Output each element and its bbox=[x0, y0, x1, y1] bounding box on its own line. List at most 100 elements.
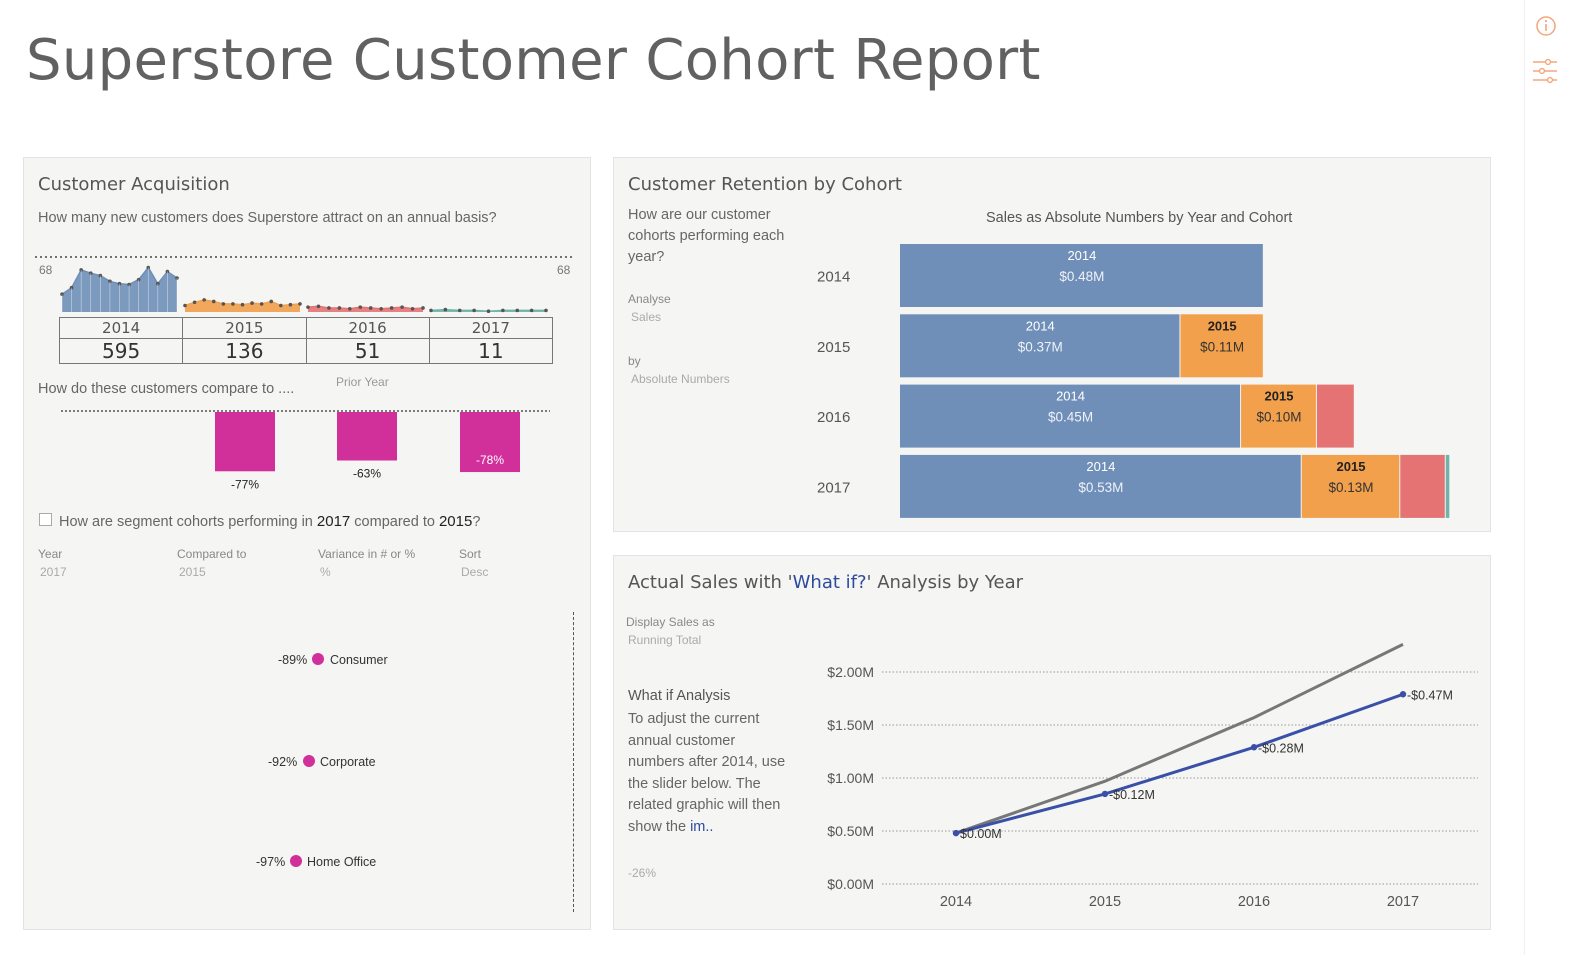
variance-bar bbox=[337, 412, 397, 461]
whatif-point bbox=[1250, 744, 1258, 751]
bar-cohort-label: 2014 bbox=[1056, 389, 1085, 404]
point-2016 bbox=[368, 306, 373, 310]
retention-chart-title: Sales as Absolute Numbers by Year and Co… bbox=[986, 210, 1293, 226]
variance-bar bbox=[215, 412, 275, 472]
x-tick-label: 2014 bbox=[940, 894, 972, 910]
bar-cohort-label: 2015 bbox=[1208, 318, 1237, 333]
acquisition-sparkline[interactable]: 68 68 bbox=[30, 250, 580, 320]
point-2016 bbox=[421, 306, 425, 310]
compared-filter-value[interactable]: 2015 bbox=[179, 565, 206, 579]
point-2016 bbox=[379, 306, 383, 311]
segment-year: 2017 bbox=[316, 513, 351, 530]
page-title: Superstore Customer Cohort Report bbox=[26, 28, 1041, 93]
retention-question: How are our customer cohorts performing … bbox=[628, 207, 785, 265]
count-cell: 51 bbox=[305, 338, 430, 364]
retention-stacked-bar-chart[interactable]: 2014 2014 $0.48M 2015 2014 $0.37M 2015 $0.11M 20… bbox=[800, 235, 1480, 525]
whatif-analysis-title: What if Analysis bbox=[628, 688, 731, 704]
sort-filter-value[interactable]: Desc bbox=[461, 565, 488, 579]
acquisition-count-table: 2014 2015 2016 2017 595 136 51 11 bbox=[58, 317, 554, 364]
point-2016 bbox=[358, 305, 363, 309]
whatif-title-post: ' Analysis by Year bbox=[866, 572, 1023, 593]
right-rail bbox=[1524, 0, 1574, 955]
whatif-line-chart[interactable]: $0.00M $0.50M $1.00M $1.50M $2.00M 2014 2015 20… bbox=[800, 630, 1490, 920]
year-cell: 2014 bbox=[58, 317, 184, 339]
y-tick-label: $1.00M bbox=[827, 770, 874, 786]
segment-question-pre: How are segment cohorts performing in bbox=[59, 514, 317, 530]
point-2015 bbox=[192, 300, 197, 305]
sort-filter-label: Sort bbox=[459, 547, 482, 561]
whatif-point-label: -$0.28M bbox=[1258, 741, 1304, 755]
segment-pct: -89% bbox=[278, 653, 308, 667]
point-2017 bbox=[429, 308, 433, 313]
point-2016 bbox=[327, 306, 331, 310]
row-label: 2016 bbox=[817, 409, 850, 426]
point-2017 bbox=[486, 309, 491, 313]
bar-value-label: $0.13M bbox=[1328, 480, 1373, 495]
year-cell: 2015 bbox=[182, 317, 307, 339]
year-cell: 2016 bbox=[305, 317, 430, 339]
point-2017 bbox=[443, 307, 448, 312]
bar-value-label: $0.48M bbox=[1059, 269, 1104, 284]
compare-question: How do these customers compare to .... bbox=[38, 381, 295, 397]
whatif-point-label: $0.00M bbox=[960, 827, 1002, 841]
segment-compare-year: 2015 bbox=[438, 513, 473, 530]
point-2015 bbox=[259, 302, 264, 306]
actual-sales-line bbox=[955, 643, 1404, 835]
point-2015 bbox=[202, 298, 206, 302]
point-2015 bbox=[221, 302, 226, 306]
year-filter-value[interactable]: 2017 bbox=[40, 565, 67, 579]
year-filter-label: Year bbox=[38, 547, 63, 561]
whatif-point bbox=[1399, 691, 1407, 698]
y-tick-label: $0.50M bbox=[827, 823, 874, 839]
bar-cohort-label: 2014 bbox=[1086, 459, 1115, 474]
acquisition-question: How many new customers does Superstore a… bbox=[38, 210, 497, 226]
segment-dot bbox=[312, 653, 324, 665]
segment-dot bbox=[303, 755, 315, 767]
segment-pct: -92% bbox=[268, 755, 298, 769]
point-2016 bbox=[348, 306, 352, 311]
compared-filter-label: Compared to bbox=[177, 547, 247, 561]
compare-mode-selector[interactable]: Prior Year bbox=[336, 375, 389, 389]
bar-cohort-label: 2015 bbox=[1265, 389, 1294, 404]
row-label: 2017 bbox=[817, 479, 850, 496]
display-sales-value[interactable]: Running Total bbox=[628, 633, 701, 647]
point-2015 bbox=[269, 299, 274, 304]
whatif-title: Actual Sales with 'What if?' Analysis by… bbox=[628, 572, 1023, 593]
y-tick-label: $2.00M bbox=[827, 664, 874, 680]
year-cell: 2017 bbox=[428, 317, 554, 339]
count-cell: 595 bbox=[58, 338, 184, 364]
whatif-point-label: -$0.47M bbox=[1407, 688, 1453, 702]
point-2015 bbox=[211, 299, 216, 304]
retention-title: Customer Retention by Cohort bbox=[628, 174, 902, 195]
x-tick-label: 2017 bbox=[1387, 894, 1419, 910]
variance-filter-value[interactable]: % bbox=[320, 565, 331, 579]
analyse-value[interactable]: Sales bbox=[631, 310, 661, 324]
filter-sliders-icon[interactable] bbox=[1531, 57, 1559, 85]
y-tick-label: $1.50M bbox=[827, 717, 874, 733]
info-icon[interactable] bbox=[1535, 15, 1557, 37]
point-2017 bbox=[544, 308, 548, 313]
bar-value-label: $0.53M bbox=[1078, 480, 1123, 495]
variance-label: -78% bbox=[476, 453, 504, 467]
whatif-title-highlight: What if? bbox=[792, 572, 867, 593]
point-2017 bbox=[529, 308, 534, 313]
analysis-more-link[interactable]: im.. bbox=[690, 819, 713, 835]
count-cell: 136 bbox=[182, 338, 307, 364]
by-value[interactable]: Absolute Numbers bbox=[631, 372, 730, 386]
point-2017 bbox=[515, 308, 520, 313]
by-label: by bbox=[628, 354, 641, 368]
point-2016 bbox=[316, 304, 321, 309]
segment-question: How are segment cohorts performing in 20… bbox=[59, 513, 480, 530]
whatif-slider-value[interactable]: -26% bbox=[628, 866, 656, 880]
count-cell: 11 bbox=[428, 338, 554, 364]
segment-checkbox[interactable] bbox=[39, 513, 52, 526]
variance-bar-chart[interactable]: -77% -63% -78% bbox=[55, 405, 560, 495]
segment-name: Consumer bbox=[330, 653, 388, 667]
point-2017 bbox=[457, 308, 462, 313]
x-tick-label: 2015 bbox=[1089, 894, 1121, 910]
acquisition-title: Customer Acquisition bbox=[38, 174, 230, 195]
analyse-label: Analyse bbox=[628, 292, 671, 306]
bar-segment-2016 bbox=[1400, 454, 1445, 518]
point-2016 bbox=[410, 306, 415, 311]
bar-value-label: $0.37M bbox=[1018, 339, 1063, 354]
